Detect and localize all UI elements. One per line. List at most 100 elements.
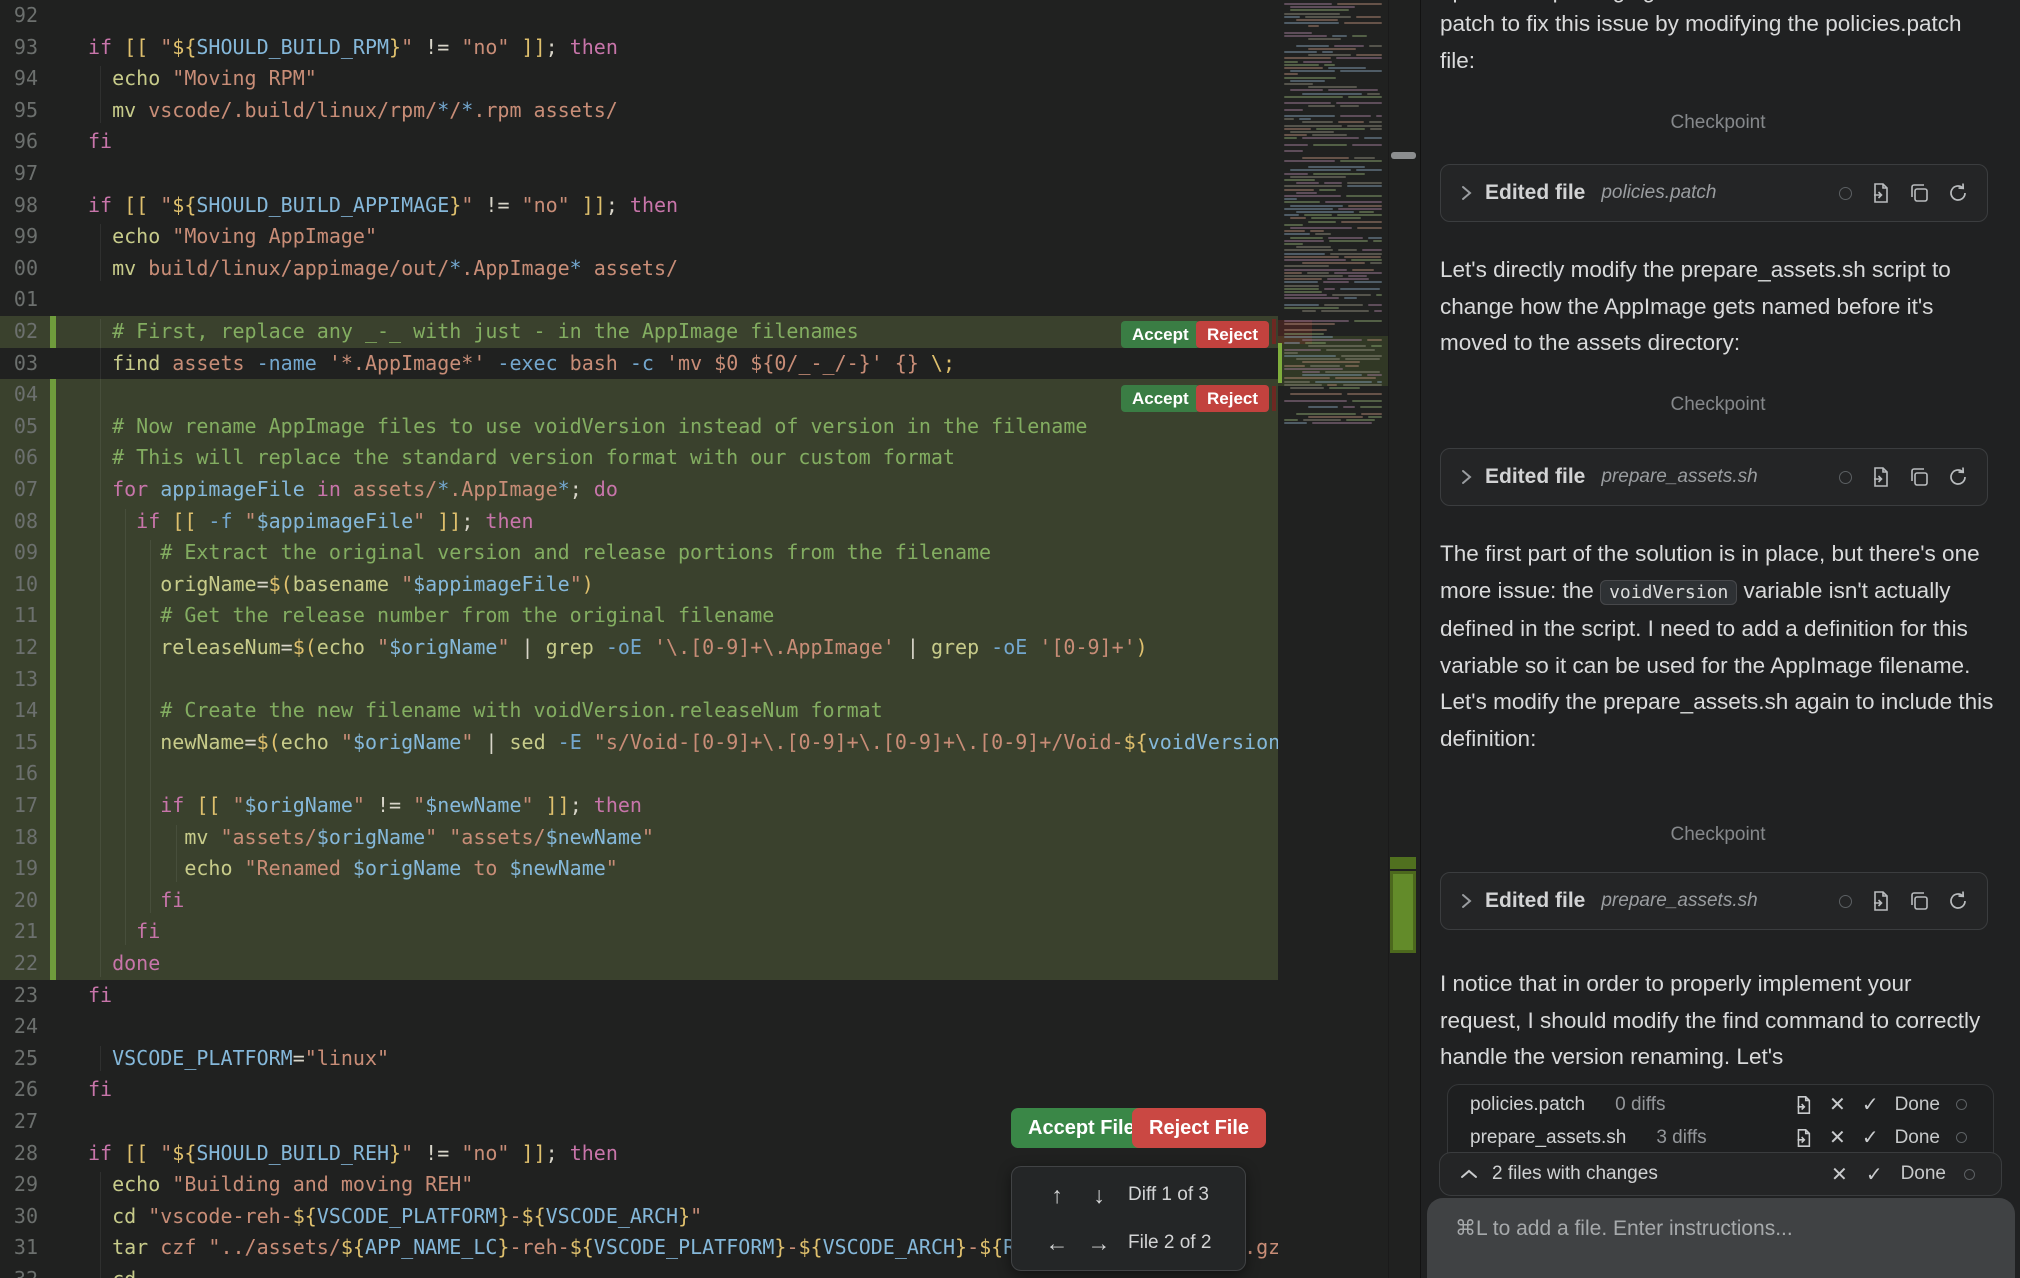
code-line[interactable]: 96fi [0, 126, 1278, 158]
next-diff-arrow-down-icon[interactable]: ↓ [1078, 1182, 1120, 1209]
line-number: 96 [0, 126, 38, 158]
code-line[interactable]: 00 mv build/linux/appimage/out/*.AppImag… [0, 253, 1278, 285]
reject-file-button[interactable]: Reject File [1132, 1108, 1266, 1148]
next-file-arrow-right-icon[interactable]: → [1078, 1230, 1120, 1257]
code-line[interactable]: 22 done [0, 948, 1278, 980]
code-line[interactable]: 13 [0, 664, 1278, 696]
open-file-icon[interactable] [1869, 890, 1891, 912]
diff-added-gutter-bar [50, 474, 56, 506]
reapply-icon[interactable] [1947, 890, 1969, 912]
code-line[interactable]: 05 # Now rename AppImage files to use vo… [0, 411, 1278, 443]
hunk1-reject-button[interactable]: Reject [1196, 321, 1269, 348]
code-text: echo "Moving RPM" [88, 63, 317, 95]
code-line[interactable]: 20 fi [0, 885, 1278, 917]
prev-file-arrow-left-icon[interactable]: ← [1036, 1230, 1078, 1257]
code-line[interactable]: 06 # This will replace the standard vers… [0, 442, 1278, 474]
reapply-icon[interactable] [1947, 466, 1969, 488]
changes-summary-bar[interactable]: 2 files with changes ✕ ✓ Done [1439, 1152, 2002, 1196]
copy-icon[interactable] [1908, 890, 1930, 912]
hunk1-accept-button[interactable]: Accept [1121, 321, 1200, 348]
code-line[interactable]: 11 # Get the release number from the ori… [0, 600, 1278, 632]
code-line[interactable]: 16 [0, 758, 1278, 790]
hunk2-reject-button[interactable]: Reject [1196, 385, 1269, 412]
code-line[interactable]: 99 echo "Moving AppImage" [0, 221, 1278, 253]
status-circle-icon [1956, 1099, 1967, 1110]
code-line[interactable]: 23fi [0, 980, 1278, 1012]
line-number: 26 [0, 1074, 38, 1106]
chevron-up-icon[interactable] [1460, 1168, 1478, 1180]
code-line[interactable]: 09 # Extract the original version and re… [0, 537, 1278, 569]
done-button[interactable]: Done [1895, 1094, 1940, 1116]
done-button[interactable]: Done [1895, 1127, 1940, 1149]
changed-file-row[interactable]: prepare_assets.sh 3 diffs ✕ ✓ Done [1448, 1121, 1993, 1154]
code-line[interactable]: 92 [0, 0, 1278, 32]
line-number: 95 [0, 95, 38, 127]
code-line[interactable]: 04 [0, 379, 1278, 411]
accept-check-icon[interactable]: ✓ [1862, 1092, 1879, 1117]
code-line[interactable]: 07 for appimageFile in assets/*.AppImage… [0, 474, 1278, 506]
chevron-right-icon[interactable] [1459, 469, 1473, 485]
code-line[interactable]: 98if [[ "${SHOULD_BUILD_APPIMAGE}" != "n… [0, 190, 1278, 222]
scrollbar-thumb[interactable] [1391, 152, 1416, 159]
chevron-right-icon[interactable] [1459, 185, 1473, 201]
checkpoint-label[interactable]: Checkpoint [1440, 824, 1996, 846]
code-line[interactable]: 93if [[ "${SHOULD_BUILD_RPM}" != "no" ]]… [0, 32, 1278, 64]
open-file-icon[interactable] [1869, 182, 1891, 204]
code-line[interactable]: 17 if [[ "$origName" != "$newName" ]]; t… [0, 790, 1278, 822]
open-file-icon[interactable] [1869, 466, 1891, 488]
code-line[interactable]: 10 origName=$(basename "$appimageFile") [0, 569, 1278, 601]
code-line[interactable]: 15 newName=$(echo "$origName" | sed -E "… [0, 727, 1278, 759]
edited-file-card[interactable]: Edited file prepare_assets.sh [1440, 872, 1988, 930]
code-line[interactable]: 97 [0, 158, 1278, 190]
diff-added-gutter-bar [50, 695, 56, 727]
copy-icon[interactable] [1908, 466, 1930, 488]
hunk2-accept-button[interactable]: Accept [1121, 385, 1200, 412]
accept-check-icon[interactable]: ✓ [1862, 1125, 1879, 1150]
code-line[interactable]: 03 find assets -name '*.AppImage*' -exec… [0, 348, 1278, 380]
edited-file-card[interactable]: Edited file prepare_assets.sh [1440, 448, 1988, 506]
changed-file-row[interactable]: policies.patch 0 diffs ✕ ✓ Done [1448, 1088, 1993, 1121]
code-text: origName=$(basename "$appimageFile") [88, 569, 594, 601]
open-file-icon[interactable] [1793, 1095, 1813, 1115]
chevron-right-icon[interactable] [1459, 893, 1473, 909]
code-line[interactable]: 25 VSCODE_PLATFORM="linux" [0, 1043, 1278, 1075]
line-number: 28 [0, 1138, 38, 1170]
code-line[interactable]: 24 [0, 1011, 1278, 1043]
diff-added-gutter-bar [50, 316, 56, 348]
accept-all-check-icon[interactable]: ✓ [1866, 1162, 1883, 1187]
reject-x-icon[interactable]: ✕ [1829, 1125, 1846, 1150]
code-line[interactable]: 18 mv "assets/$origName" "assets/$newNam… [0, 822, 1278, 854]
chat-input[interactable]: ⌘L to add a file. Enter instructions... [1427, 1198, 2015, 1278]
code-line[interactable]: 19 echo "Renamed $origName to $newName" [0, 853, 1278, 885]
code-line[interactable]: 12 releaseNum=$(echo "$origName" | grep … [0, 632, 1278, 664]
code-editor[interactable]: 9293if [[ "${SHOULD_BUILD_RPM}" != "no" … [0, 0, 1278, 1278]
done-all-button[interactable]: Done [1901, 1163, 1946, 1185]
line-number: 05 [0, 411, 38, 443]
code-line[interactable]: 08 if [[ -f "$appimageFile" ]]; then [0, 506, 1278, 538]
code-line[interactable]: 14 # Create the new filename with voidVe… [0, 695, 1278, 727]
status-circle-icon [1964, 1169, 1975, 1180]
minimap[interactable] [1278, 0, 1388, 1278]
code-line[interactable]: 95 mv vscode/.build/linux/rpm/*/*.rpm as… [0, 95, 1278, 127]
diff-added-gutter-bar [50, 916, 56, 948]
checkpoint-label[interactable]: Checkpoint [1440, 112, 1996, 134]
code-line[interactable]: 21 fi [0, 916, 1278, 948]
code-line[interactable]: 26fi [0, 1074, 1278, 1106]
accept-file-button[interactable]: Accept File [1011, 1108, 1152, 1148]
code-line[interactable]: 01 [0, 284, 1278, 316]
copy-icon[interactable] [1908, 182, 1930, 204]
diff-added-gutter-bar [50, 790, 56, 822]
reject-all-x-icon[interactable]: ✕ [1831, 1162, 1848, 1187]
line-number: 29 [0, 1169, 38, 1201]
prev-diff-arrow-up-icon[interactable]: ↑ [1036, 1182, 1078, 1209]
diff-added-gutter-bar [50, 442, 56, 474]
overview-ruler[interactable] [1388, 0, 1421, 1278]
edited-file-card[interactable]: Edited file policies.patch [1440, 164, 1988, 222]
reject-x-icon[interactable]: ✕ [1829, 1092, 1846, 1117]
code-line[interactable]: 94 echo "Moving RPM" [0, 63, 1278, 95]
open-file-icon[interactable] [1793, 1128, 1813, 1148]
reapply-icon[interactable] [1947, 182, 1969, 204]
checkpoint-label[interactable]: Checkpoint [1440, 394, 1996, 416]
code-line[interactable]: 02 # First, replace any _-_ with just - … [0, 316, 1278, 348]
line-number: 98 [0, 190, 38, 222]
